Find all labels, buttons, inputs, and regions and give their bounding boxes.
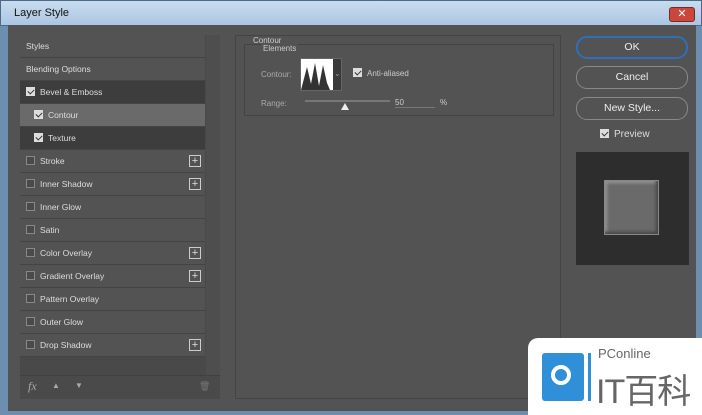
- style-item-label: Contour: [48, 110, 79, 120]
- move-up-button[interactable]: ▲: [52, 381, 60, 390]
- move-down-button[interactable]: ▼: [75, 381, 83, 390]
- style-item-label: Drop Shadow: [40, 340, 92, 350]
- style-item-stroke[interactable]: Stroke +: [20, 150, 205, 173]
- style-item-drop-shadow[interactable]: Drop Shadow +: [20, 334, 205, 357]
- watermark-name: IT百科: [596, 373, 691, 411]
- style-item-satin[interactable]: Satin: [20, 219, 205, 242]
- style-item-texture[interactable]: Texture: [20, 127, 205, 150]
- pconline-logo-icon: [542, 353, 584, 401]
- checkbox[interactable]: [26, 225, 35, 235]
- ok-button[interactable]: OK: [576, 36, 688, 59]
- range-label: Range:: [261, 99, 287, 108]
- checkbox[interactable]: [34, 110, 43, 120]
- style-item-label: Inner Glow: [40, 202, 82, 212]
- preview-thumbnail: [576, 152, 689, 265]
- chevron-down-icon: ⌄: [334, 69, 341, 78]
- watermark-brand: PConline: [598, 346, 651, 361]
- range-input[interactable]: 50: [395, 98, 435, 108]
- style-item-pattern-overlay[interactable]: Pattern Overlay: [20, 288, 205, 311]
- style-item-label: Satin: [40, 225, 60, 235]
- style-item-gradient-overlay[interactable]: Gradient Overlay +: [20, 265, 205, 288]
- add-icon[interactable]: +: [189, 339, 201, 351]
- checkbox[interactable]: [34, 133, 43, 143]
- checkbox[interactable]: [26, 271, 35, 281]
- style-item-label: Gradient Overlay: [40, 271, 105, 281]
- add-icon[interactable]: +: [189, 247, 201, 259]
- contour-panel: Contour Elements Contour: ⌄ Anti-aliased…: [235, 35, 561, 399]
- anti-aliased-checkbox[interactable]: Anti-aliased: [353, 68, 409, 78]
- style-item-styles[interactable]: Styles: [20, 35, 205, 58]
- style-item-blending-options[interactable]: Blending Options: [20, 58, 205, 81]
- style-item-inner-glow[interactable]: Inner Glow: [20, 196, 205, 219]
- window-title: Layer Style: [14, 7, 70, 19]
- scrollbar[interactable]: [206, 35, 220, 375]
- style-item-bevel-emboss[interactable]: Bevel & Emboss: [20, 81, 205, 104]
- style-item-label: Blending Options: [26, 64, 91, 74]
- checkbox[interactable]: [26, 179, 35, 189]
- style-item-contour[interactable]: Contour: [20, 104, 205, 127]
- range-slider[interactable]: [305, 100, 390, 102]
- watermark: PConline IT百科: [528, 338, 702, 415]
- style-item-label: Texture: [48, 133, 76, 143]
- style-item-label: Styles: [26, 41, 50, 51]
- checkbox[interactable]: [26, 294, 35, 304]
- checkbox[interactable]: [26, 317, 35, 327]
- style-item-label: Bevel & Emboss: [40, 87, 103, 97]
- percent-label: %: [440, 98, 448, 107]
- add-icon[interactable]: +: [189, 155, 201, 167]
- checkbox[interactable]: [26, 248, 35, 258]
- style-item-label: Color Overlay: [40, 248, 92, 258]
- cancel-button[interactable]: Cancel: [576, 66, 688, 89]
- style-item-color-overlay[interactable]: Color Overlay +: [20, 242, 205, 265]
- checkbox[interactable]: [26, 202, 35, 212]
- style-item-label: Pattern Overlay: [40, 294, 100, 304]
- preview-checkbox[interactable]: Preview: [600, 128, 650, 140]
- add-icon[interactable]: +: [189, 270, 201, 282]
- elements-group: Elements Contour: ⌄ Anti-aliased Range: …: [244, 44, 554, 116]
- style-item-label: Inner Shadow: [40, 179, 93, 189]
- add-icon[interactable]: +: [189, 178, 201, 190]
- range-slider-handle[interactable]: [341, 103, 349, 110]
- close-button[interactable]: ✕: [669, 7, 695, 22]
- fx-button[interactable]: fx: [28, 379, 37, 394]
- style-item-outer-glow[interactable]: Outer Glow: [20, 311, 205, 334]
- group-title: Elements: [261, 44, 299, 53]
- contour-curve-icon: [301, 59, 333, 90]
- style-item-label: Stroke: [40, 156, 65, 166]
- new-style-button[interactable]: New Style...: [576, 97, 688, 120]
- styles-list: Styles Blending Options Bevel & Emboss Cont…: [20, 35, 220, 399]
- checkbox[interactable]: [26, 340, 35, 350]
- list-toolbar: fx ▲ ▼ 🗑: [20, 375, 220, 399]
- style-item-inner-shadow[interactable]: Inner Shadow +: [20, 173, 205, 196]
- trash-icon[interactable]: 🗑: [199, 381, 210, 392]
- checkbox[interactable]: [26, 87, 35, 97]
- contour-picker[interactable]: ⌄: [300, 58, 342, 91]
- contour-label: Contour:: [261, 70, 292, 79]
- checkbox[interactable]: [26, 156, 35, 166]
- style-item-label: Outer Glow: [40, 317, 83, 327]
- title-bar: Layer Style ✕: [0, 0, 702, 26]
